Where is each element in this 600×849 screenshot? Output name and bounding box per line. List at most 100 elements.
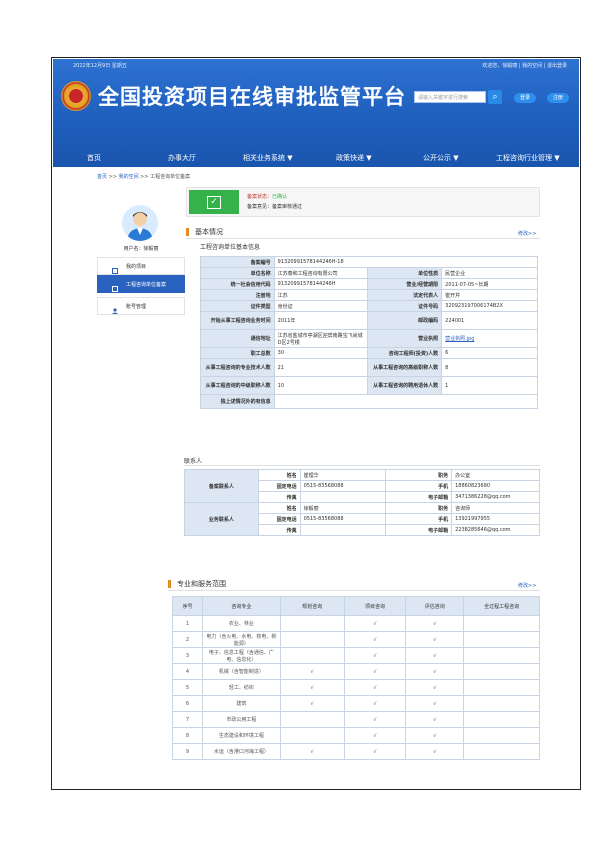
table-row: 3 电子、信息工程（含通信、广电、信息化） √ √: [172, 647, 540, 664]
empty-cell: [463, 679, 540, 696]
table-row: 从事工程咨询的专业技术人数 21 从事工程咨询的高级职称人数 8: [200, 358, 538, 377]
nav-public[interactable]: 公开公示 ▼: [423, 153, 459, 163]
top-bar: 2022年12月9日 星期五 欢迎您，徐毅丽 | 我的空间 | 退出登录: [53, 59, 579, 71]
register-button[interactable]: 注册: [547, 93, 569, 103]
sidebar-item-unit-record[interactable]: 工程咨询单位备案: [97, 275, 185, 293]
cell-key: 传真: [257, 524, 301, 536]
row-number: 2: [172, 631, 203, 648]
breadcrumb-home[interactable]: 首页: [97, 174, 107, 180]
nav-policy[interactable]: 政策快递 ▼: [336, 153, 372, 163]
basic-edit-link[interactable]: 修改>>: [518, 230, 536, 237]
cell-key: 通信地址: [200, 329, 275, 348]
nav-service-hall[interactable]: 办事大厅: [168, 153, 196, 163]
empty-cell: [463, 615, 540, 632]
check-mark: √: [343, 695, 407, 712]
cell-key: 从事工程咨询的中级职称人数: [200, 376, 275, 395]
row-number: 6: [172, 695, 203, 712]
empty-cell: [463, 727, 540, 744]
check-mark: √: [405, 663, 465, 680]
status-value: 已确认: [272, 194, 288, 200]
cell-key: 传真: [257, 491, 301, 503]
cell-key: 从事工程咨询的聘用退休人数: [367, 376, 443, 395]
license-file-link[interactable]: 营业执照.jpg: [445, 336, 474, 342]
search-icon[interactable]: ⌕: [488, 90, 502, 104]
cell-key: 开始从事工程咨询业务时间: [200, 311, 275, 330]
cell-key: 统一社会信用代码: [200, 278, 275, 290]
check-mark: √: [405, 615, 465, 632]
cell-value: 21: [273, 358, 369, 377]
cell-key: 证件号码: [367, 300, 443, 312]
cell-value: 崔理华: [299, 469, 387, 481]
cell-key: 证件类型: [200, 300, 275, 312]
sidebar-item-my-projects[interactable]: 我的项目: [97, 257, 185, 275]
main-nav: 首页 办事大厅 相关业务系统 ▼ 政策快递 ▼ 公开公示 ▼ 工程咨询行业管理 …: [53, 151, 579, 165]
table-row: 统一社会信用代码 91320991578144246H 营业/经营期限 2011-07…: [200, 278, 538, 290]
table-row: 9 水运（含港口河海工程） √ √ √: [172, 743, 540, 760]
cell-value: 10: [273, 376, 369, 395]
sidebar-item-label: 我的项目: [126, 264, 147, 270]
check-mark: √: [405, 727, 465, 744]
row-number: 4: [172, 663, 203, 680]
check-mark: √: [405, 743, 465, 760]
cell-value: 营业执照.jpg: [441, 329, 538, 348]
row-number: 1: [172, 615, 203, 632]
avatar: [122, 205, 158, 241]
breadcrumb-sep: >>: [138, 174, 151, 180]
cell-key: 法定代表人: [367, 289, 443, 301]
nav-home[interactable]: 首页: [87, 153, 101, 163]
cell-value: 91320991578144246H-18: [273, 256, 539, 268]
current-date: 2022年12月9日 星期五: [73, 63, 127, 69]
cell-value: 91320991578144246H: [273, 278, 369, 290]
cell-value: 18860823680: [451, 480, 540, 492]
cell-key: 固定电话: [257, 480, 301, 492]
table-row: 6 建筑 √ √ √: [172, 695, 540, 712]
cell-value: 13921997955: [451, 513, 540, 525]
cell-value: 2011-07-05~长期: [441, 278, 538, 290]
search-input[interactable]: 请输入关键字进行搜索: [414, 91, 486, 103]
cell-value: 民营企业: [441, 267, 538, 279]
breadcrumb-space[interactable]: 我的空间: [119, 174, 139, 180]
scope-section-title: 专业和服务范围: [168, 580, 226, 588]
column-header: 全过程工程咨询: [463, 596, 540, 616]
cell-key: 手机: [385, 513, 453, 525]
cell-key: 职工总数: [200, 347, 275, 359]
cell-value: 办公室: [451, 469, 540, 481]
table-row: 备案联系人 姓名 崔理华 职务 办公室: [184, 469, 540, 503]
sidebar-item-account[interactable]: 账号管理: [97, 297, 185, 315]
scope-edit-link[interactable]: 修改>>: [518, 582, 536, 589]
nav-industry[interactable]: 工程咨询行业管理 ▼: [496, 153, 560, 163]
cell-value: [273, 394, 539, 409]
cell-value: 身份证: [273, 300, 369, 312]
cell-key: 姓名: [257, 469, 301, 481]
user-links[interactable]: 欢迎您，徐毅丽 | 我的空间 | 退出登录: [482, 62, 567, 69]
table-row: 备案编号 91320991578144246H-18: [200, 256, 539, 268]
column-header: 项目咨询: [343, 596, 407, 616]
contact-role: 业务联系人: [184, 502, 259, 536]
scope-table-body: 1 农业、林业 √ √ 2 电力（含火电、水电、核电、新能源） √ √ 3 电子、信息工程（含通信…: [172, 615, 540, 760]
row-number: 8: [172, 727, 203, 744]
column-header: 咨询专业: [201, 596, 281, 616]
divider: [168, 590, 540, 591]
cell-value: [299, 491, 387, 503]
nav-related-systems[interactable]: 相关业务系统 ▼: [243, 153, 293, 163]
check-mark: √: [405, 631, 465, 648]
table-row: 开始从事工程咨询业务时间 2011年 邮政编码 224001: [200, 311, 538, 330]
sidebar-item-label: 工程咨询单位备案: [126, 282, 167, 288]
check-mark: √: [279, 663, 345, 680]
column-header: 规划咨询: [279, 596, 345, 616]
cell-key: 营业/经营期限: [367, 278, 443, 290]
empty-cell: [463, 695, 540, 712]
cell-value: 2238285646@qq.com: [451, 524, 540, 536]
specialty-name: 农业、林业: [201, 615, 281, 632]
cell-value: 0515-83568088: [299, 513, 387, 525]
specialty-name: 生态建设和环境工程: [201, 727, 281, 744]
opinion-line: 备案意见：备案审核通过: [247, 203, 302, 210]
row-number: 3: [172, 647, 203, 664]
row-number: 5: [172, 679, 203, 696]
login-button[interactable]: 登录: [514, 93, 536, 103]
cell-value: [299, 524, 387, 536]
empty-cell: [279, 711, 345, 728]
table-row: 业务联系人 姓名 徐毅丽 职务 咨询师: [184, 502, 540, 536]
table-row: 7 市政公用工程 √ √: [172, 711, 540, 728]
cell-key: 从事工程咨询的专业技术人数: [200, 358, 275, 377]
